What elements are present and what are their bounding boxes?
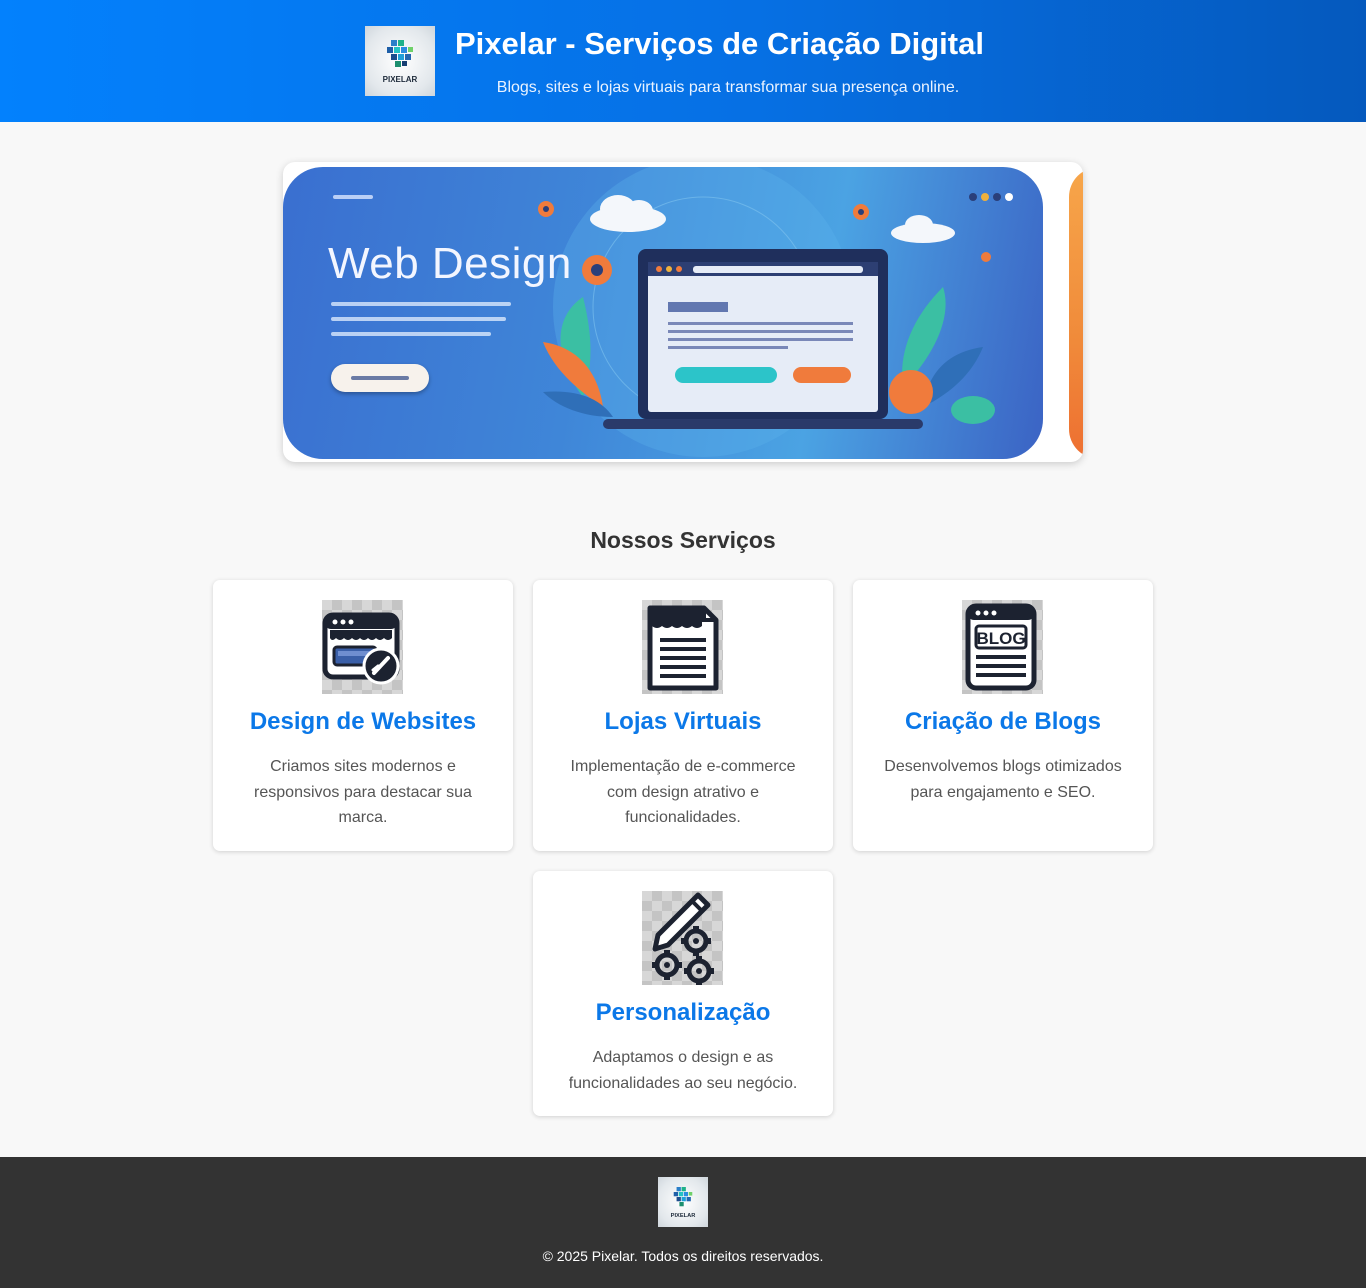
site-title: Pixelar - Serviços de Criação Digital	[455, 26, 984, 61]
pixelar-logo-footer[interactable]: PIXELAR	[658, 1177, 708, 1227]
site-subtitle: Blogs, sites e lojas virtuais para trans…	[496, 79, 960, 96]
service-title[interactable]: Lojas Virtuais	[533, 708, 833, 736]
service-description: Criamos sites modernos e responsivos par…	[254, 758, 472, 826]
pixelar-logo[interactable]: PIXELAR	[365, 26, 435, 96]
site-footer: PIXELAR © 2025 Pixelar. Todos os direito…	[0, 1157, 1366, 1288]
store-document-icon	[642, 600, 723, 694]
slide-cta-button[interactable]	[331, 364, 429, 392]
carousel-slide-web-design[interactable]: Web Design	[283, 167, 1043, 459]
service-description: Implementação de e-commerce com design a…	[570, 758, 796, 826]
service-card-stores[interactable]: Lojas Virtuais Implementação de e-commer…	[533, 580, 833, 851]
slide-title: Web Design	[328, 239, 572, 288]
service-card-websites[interactable]: Design de Websites Criamos sites moderno…	[213, 580, 513, 851]
website-design-icon	[322, 600, 403, 694]
services-heading: Nossos Serviços	[590, 527, 776, 553]
svg-text:BLOG: BLOG	[976, 629, 1025, 648]
copyright-text: © 2025 Pixelar. Todos os direitos reserv…	[542, 1248, 824, 1264]
service-description: Adaptamos o design e as funcionalidades …	[568, 1049, 798, 1092]
service-description: Desenvolvemos blogs otimizados para enga…	[884, 758, 1122, 801]
carousel-slide-next[interactable]	[1069, 167, 1083, 459]
pencil-gears-icon	[642, 891, 723, 985]
logo-text: PIXELAR	[671, 1213, 696, 1219]
service-title[interactable]: Design de Websites	[213, 708, 513, 736]
service-card-customization[interactable]: Personalização Adaptamos o design e as f…	[533, 871, 833, 1116]
service-title[interactable]: Personalização	[533, 999, 833, 1027]
logo-mark	[673, 1187, 693, 1207]
slide-body-text	[331, 302, 511, 347]
logo-text: PIXELAR	[383, 75, 418, 84]
service-card-blogs[interactable]: BLOG Criação de Blogs Desenvolvemos blog…	[853, 580, 1153, 851]
banner-carousel[interactable]: Web Design	[283, 162, 1083, 462]
site-header: PIXELAR Pixelar - Serviços de Criação Di…	[0, 0, 1366, 122]
logo-mark	[387, 40, 413, 67]
blog-icon: BLOG	[962, 600, 1043, 694]
service-title[interactable]: Criação de Blogs	[853, 708, 1153, 736]
